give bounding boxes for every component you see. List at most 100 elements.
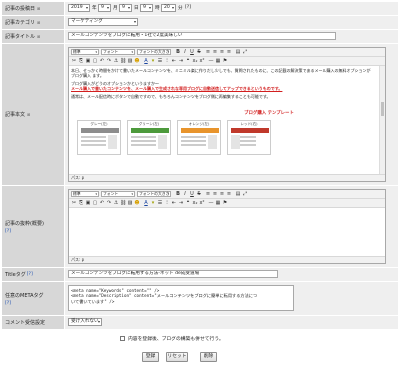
copy-icon[interactable]: ⎘ — [78, 200, 84, 206]
table-icon[interactable]: ▦ — [215, 200, 221, 206]
bg-color-icon[interactable]: ▾ — [150, 58, 156, 64]
html-icon[interactable]: ▤ — [235, 191, 241, 197]
blockquote-icon[interactable]: ❝ — [185, 58, 191, 64]
template-thumb-orange[interactable]: オレンジ(左) — [177, 120, 221, 155]
hr-icon[interactable]: — — [208, 200, 214, 206]
image-icon[interactable]: ▨ — [127, 200, 133, 206]
sub-icon[interactable]: x₂ — [192, 58, 198, 64]
emoticon-icon[interactable]: ☻ — [134, 200, 140, 206]
align-center-icon[interactable]: ≡ — [212, 191, 218, 197]
publish-date-help-link[interactable]: [?] — [185, 5, 191, 10]
font-color-icon[interactable]: A — [143, 200, 149, 206]
table-icon[interactable]: ▦ — [215, 58, 221, 64]
paste-icon[interactable]: ▣ — [85, 200, 91, 206]
numbered-list-icon[interactable]: ⁝ — [164, 200, 170, 206]
redo-icon[interactable]: ↷ — [106, 200, 112, 206]
title-input[interactable]: メールコンテンツをブログに転用・1社で2度美味しい — [68, 32, 336, 40]
template-caption: グリーン(左) — [138, 122, 160, 126]
numbered-list-icon[interactable]: ⁝ — [164, 58, 170, 64]
summary-size-select[interactable]: フォントの大きさ ▾ — [137, 191, 171, 197]
image-icon[interactable]: ▨ — [127, 58, 133, 64]
unlink-icon[interactable]: ⛓ — [120, 58, 126, 64]
align-right-icon[interactable]: ≡ — [219, 191, 225, 197]
sup-icon[interactable]: x² — [199, 200, 205, 206]
indent-icon[interactable]: ⇥ — [178, 58, 184, 64]
anchor-icon[interactable]: ⚑ — [222, 200, 228, 206]
list-icon[interactable]: ☰ — [157, 200, 163, 206]
align-right-icon[interactable]: ≡ — [219, 49, 225, 55]
fullscreen-icon[interactable]: ⤢ — [242, 191, 248, 197]
italic-icon[interactable]: I — [182, 49, 188, 55]
meta-textarea[interactable]: <meta name="Keywords" content="" /> <met… — [68, 285, 294, 311]
meta-help-link[interactable]: [?] — [5, 301, 11, 306]
body-scrollbar-thumb[interactable] — [381, 102, 384, 116]
strike-icon[interactable]: S — [196, 191, 202, 197]
sub-icon[interactable]: x₂ — [192, 200, 198, 206]
template-thumb-green[interactable]: グリーン(左) — [127, 120, 171, 155]
align-center-icon[interactable]: ≡ — [212, 49, 218, 55]
paste-text-icon[interactable]: ▢ — [92, 58, 98, 64]
hr-icon[interactable]: — — [208, 58, 214, 64]
template-thumb-gray[interactable]: グレー(左) — [77, 120, 121, 155]
summary-content[interactable] — [71, 210, 371, 256]
copy-icon[interactable]: ⎘ — [78, 58, 84, 64]
strike-icon[interactable]: S — [196, 49, 202, 55]
redo-icon[interactable]: ↷ — [106, 58, 112, 64]
undo-icon[interactable]: ↶ — [99, 200, 105, 206]
underline-icon[interactable]: U — [189, 191, 195, 197]
bold-icon[interactable]: B — [175, 191, 181, 197]
day-select[interactable]: 9 ▾ — [119, 4, 132, 12]
summary-help-link[interactable]: [?] — [5, 229, 11, 234]
minute-select[interactable]: 20 ▾ — [161, 4, 176, 12]
notify-checkbox[interactable] — [120, 336, 125, 341]
paste-text-icon[interactable]: ▢ — [92, 200, 98, 206]
html-icon[interactable]: ▤ — [235, 49, 241, 55]
font-family-select[interactable]: フォント ▾ — [101, 49, 135, 55]
title-tag-help-link[interactable]: [?] — [27, 272, 33, 277]
link-icon[interactable]: ⚓ — [113, 200, 119, 206]
comments-select[interactable]: 受け入れない ▾ — [68, 318, 102, 326]
font-size-select[interactable]: フォントの大きさ ▾ — [137, 49, 171, 55]
bold-icon[interactable]: B — [175, 49, 181, 55]
font-color-icon[interactable]: A — [143, 58, 149, 64]
outdent-icon[interactable]: ⇤ — [171, 58, 177, 64]
save-button[interactable]: 登録 — [142, 352, 159, 362]
list-icon[interactable]: ☰ — [157, 58, 163, 64]
indent-icon[interactable]: ⇥ — [178, 200, 184, 206]
sup-icon[interactable]: x² — [199, 58, 205, 64]
paste-icon[interactable]: ▣ — [85, 58, 91, 64]
align-justify-icon[interactable]: ≡ — [226, 191, 232, 197]
align-left-icon[interactable]: ≡ — [205, 49, 211, 55]
year-select[interactable]: 2019 ▾ — [68, 4, 90, 12]
title-tag-input[interactable]: メールコンテンツをブログに転用する方法-ネット de成受道場 — [68, 270, 278, 278]
align-left-icon[interactable]: ≡ — [205, 191, 211, 197]
blockquote-icon[interactable]: ❝ — [185, 200, 191, 206]
cut-icon[interactable]: ✂ — [71, 58, 77, 64]
fullscreen-icon[interactable]: ⤢ — [242, 49, 248, 55]
summary-style-select[interactable]: 標準 ▾ — [71, 191, 99, 197]
month-select[interactable]: 9 ▾ — [98, 4, 111, 12]
body-scrollbar[interactable] — [379, 66, 385, 174]
link-icon[interactable]: ⚓ — [113, 58, 119, 64]
body-content[interactable]: 本日、せっかく時間をかけて書いたメールコンテンツを、ミニミル楽に作りだし少しでも… — [71, 68, 371, 100]
cut-icon[interactable]: ✂ — [71, 200, 77, 206]
category-select[interactable]: マーケティング ▾ — [68, 18, 138, 26]
anchor-icon[interactable]: ⚑ — [222, 58, 228, 64]
underline-icon[interactable]: U — [189, 49, 195, 55]
hour-select[interactable]: 9 ▾ — [140, 4, 153, 12]
bg-color-icon[interactable]: ▾ — [150, 200, 156, 206]
paragraph-style-select[interactable]: 標準 ▾ — [71, 49, 99, 55]
summary-font-select[interactable]: フォント ▾ — [101, 191, 135, 197]
align-justify-icon[interactable]: ≡ — [226, 49, 232, 55]
summary-label: 記事の抜粋(概要) [?] — [2, 186, 65, 267]
italic-icon[interactable]: I — [182, 191, 188, 197]
body-editor[interactable]: 標準 ▾ フォント ▾ フォントの大きさ ▾ B I U S ≡ ≡ ≡ ≡ ▤ ⤢ … — [68, 47, 386, 182]
outdent-icon[interactable]: ⇤ — [171, 200, 177, 206]
template-thumb-red[interactable]: レッド(右) — [227, 120, 271, 155]
emoticon-icon[interactable]: ☻ — [134, 58, 140, 64]
undo-icon[interactable]: ↶ — [99, 58, 105, 64]
reset-button[interactable]: リセット — [166, 352, 188, 362]
unlink-icon[interactable]: ⛓ — [120, 200, 126, 206]
delete-button[interactable]: 削除 — [200, 352, 217, 362]
summary-editor[interactable]: 標準 ▾ フォント ▾ フォントの大きさ ▾ B I U S ≡ ≡ ≡ ≡ ▤ ⤢ … — [68, 189, 386, 264]
